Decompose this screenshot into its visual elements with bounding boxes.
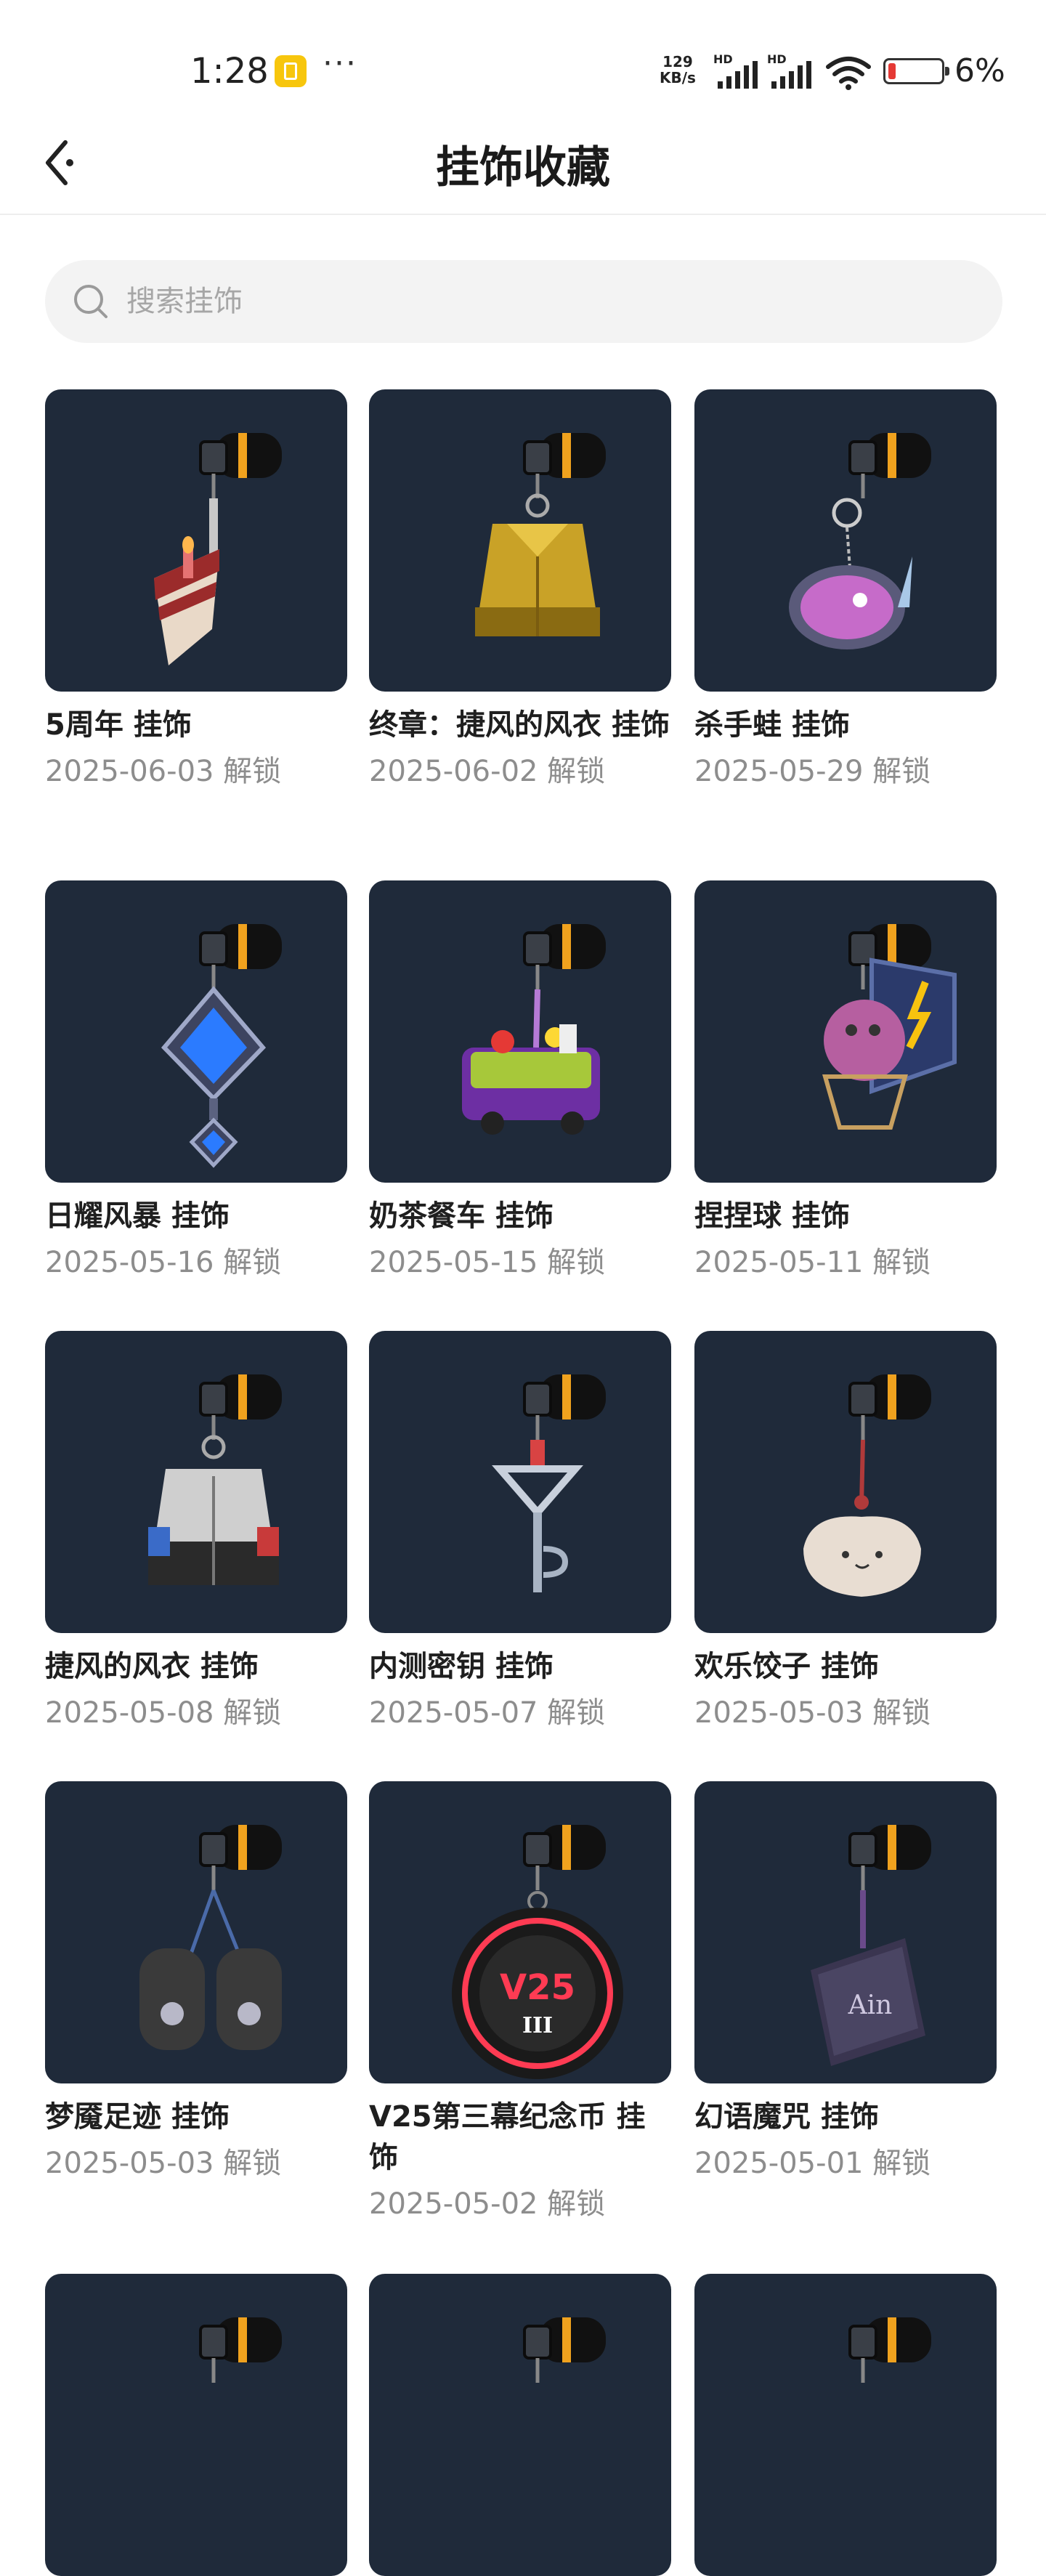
charm-thumbnail [45,1781,347,2083]
charm-thumbnail [369,2274,671,2576]
charm-card[interactable]: 捷风的风衣 挂饰 2025-05-08 解锁 [45,1331,347,1733]
charm-icon [199,2317,282,2383]
charm-name: 捷风的风衣 挂饰 [45,1650,259,1683]
search-input[interactable] [126,260,962,343]
charm-unlock-date: 2025-05-11 解锁 [694,1246,931,1279]
v25-coin-charm-icon: V25 III [452,1825,623,2079]
charm-unlock-date: 2025-05-29 解锁 [694,755,931,788]
search-bar[interactable] [45,260,1002,343]
charm-thumbnail [694,1331,997,1633]
charm-thumbnail: Ain [694,1781,997,2083]
charm-card[interactable]: 终章：捷风的风衣 挂饰 2025-06-02 解锁 [369,389,671,792]
charm-unlock-date: 2025-06-03 解锁 [45,755,282,788]
charm-card[interactable]: 欢乐饺子 挂饰 2025-05-03 解锁 [694,1331,997,1733]
charm-card[interactable]: 奶茶餐车 挂饰 2025-05-15 解锁 [369,880,671,1283]
app-header: 挂饰收藏 [0,116,1046,215]
charm-name: 幻语魔咒 挂饰 [694,2100,879,2134]
signal-1-icon: HD [713,52,760,89]
dumpling-charm-icon [803,1374,931,1597]
squeeze-ball-hoop-charm-icon [822,924,957,1130]
charm-name: 捏捏球 挂饰 [694,1199,850,1233]
charm-unlock-date: 2025-06-02 解锁 [369,755,606,788]
charm-card[interactable] [694,2274,997,2576]
charm-thumbnail [45,1331,347,1633]
network-speed: 129 KB/s [660,54,696,86]
charm-thumbnail [369,1331,671,1633]
signal-2-icon: HD [767,52,814,89]
charm-unlock-date: 2025-05-03 解锁 [694,1696,931,1730]
charm-unlock-date: 2025-05-02 解锁 [369,2187,606,2221]
charm-name: 5周年 挂饰 [45,708,192,742]
charm-name: V25第三幕纪念币 挂饰 [369,2100,646,2174]
blue-crystal-charm-icon [161,924,282,1168]
charm-name: 欢乐饺子 挂饰 [694,1650,879,1683]
svg-text:V25: V25 [500,1967,575,2008]
status-time: 1:28 [190,51,269,92]
charm-name: 杀手蛙 挂饰 [694,708,850,742]
charm-unlock-date: 2025-05-03 解锁 [45,2147,282,2180]
charm-thumbnail: V25 III [369,1781,671,2083]
battery-icon [883,58,949,84]
charm-thumbnail [369,880,671,1183]
charm-unlock-date: 2025-05-08 解锁 [45,1696,282,1730]
food-truck-charm-icon [462,924,606,1135]
charm-thumbnail [694,389,997,692]
charm-card[interactable]: 梦魇足迹 挂饰 2025-05-03 解锁 [45,1781,347,2184]
charm-card[interactable]: 日耀风暴 挂饰 2025-05-16 解锁 [45,880,347,1283]
gold-jacket-charm-icon [475,433,606,636]
charm-unlock-date: 2025-05-16 解锁 [45,1246,282,1279]
network-speed-value: 129 [662,53,693,70]
notification-app-icon [275,55,307,87]
cake-slice-fork-charm-icon [154,433,282,665]
charm-icon [523,2317,606,2383]
charm-unlock-date: 2025-05-07 解锁 [369,1696,606,1730]
charm-card[interactable]: 5周年 挂饰 2025-06-03 解锁 [45,389,347,792]
paw-boots-charm-icon [139,1825,282,2050]
more-notifications-icon: ··· [323,45,357,82]
charm-thumbnail [369,389,671,692]
search-icon [74,285,108,318]
charm-card[interactable]: V25 III V25第三幕纪念币 挂饰 2025-05-02 解锁 [369,1781,671,2224]
charm-card[interactable] [369,2274,671,2576]
spellbook-charm-icon: Ain [811,1825,931,2066]
charm-name: 奶茶餐车 挂饰 [369,1199,554,1233]
charm-unlock-date: 2025-05-15 解锁 [369,1246,606,1279]
battery-percent: 6% [954,52,1005,89]
charm-unlock-date: 2025-05-01 解锁 [694,2147,931,2180]
key-charm-icon [492,1374,606,1592]
network-speed-unit: KB/s [660,69,696,86]
frog-knife-charm-icon [789,433,931,649]
charm-thumbnail [694,880,997,1183]
charm-icon [848,2317,931,2383]
charm-card[interactable]: Ain 幻语魔咒 挂饰 2025-05-01 解锁 [694,1781,997,2184]
charm-thumbnail [45,2274,347,2576]
charm-name: 日耀风暴 挂饰 [45,1199,230,1233]
charm-name: 终章：捷风的风衣 挂饰 [369,708,670,742]
charm-thumbnail [45,389,347,692]
charm-thumbnail [694,2274,997,2576]
charm-card[interactable]: 内测密钥 挂饰 2025-05-07 解锁 [369,1331,671,1733]
jacket-charm-icon [148,1374,282,1585]
charm-name: 内测密钥 挂饰 [369,1650,554,1683]
charm-card[interactable]: 杀手蛙 挂饰 2025-05-29 解锁 [694,389,997,792]
wifi-icon [826,57,871,90]
charm-card[interactable]: 捏捏球 挂饰 2025-05-11 解锁 [694,880,997,1283]
svg-text:III: III [522,2013,553,2038]
charm-name: 梦魇足迹 挂饰 [45,2100,230,2134]
charm-thumbnail [45,880,347,1183]
svg-text:Ain: Ain [848,1990,893,2020]
charm-card[interactable] [45,2274,347,2576]
page-title: 挂饰收藏 [436,142,610,193]
